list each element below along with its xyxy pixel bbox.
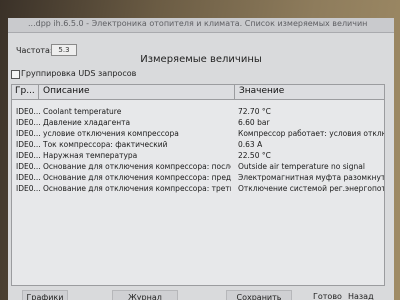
- row-value: Отключение системой рег.энергопотреблен: [238, 184, 384, 193]
- row-value: 22.50 °C: [238, 151, 271, 160]
- table-row[interactable]: IDE0... Основание для отключения компрес…: [12, 173, 384, 184]
- column-header-value[interactable]: Значение: [239, 86, 284, 96]
- row-description: условие отключения компрессора: [43, 129, 179, 138]
- column-header-description[interactable]: Описание: [43, 86, 90, 96]
- table-row[interactable]: IDE0... Давление хладагента 6.60 bar: [12, 118, 384, 129]
- measured-values-table: Гр... Описание Значение IDE0... Coolant …: [11, 84, 385, 286]
- table-row[interactable]: IDE0... Ток компрессора: фактический 0.6…: [12, 140, 384, 151]
- row-value: Электромагнитная муфта разомкнута: [238, 173, 384, 182]
- table-row[interactable]: IDE0... Основание для отключения компрес…: [12, 184, 384, 195]
- row-description: Основание для отключения компрессора: по…: [43, 162, 231, 171]
- uds-grouping-label: Группировка UDS запросов: [21, 69, 137, 78]
- row-group-id: IDE0...: [16, 162, 41, 171]
- table-row[interactable]: IDE0... Наружная температура 22.50 °C: [12, 151, 384, 162]
- table-row[interactable]: IDE0... Основание для отключения компрес…: [12, 162, 384, 173]
- table-row[interactable]: IDE0... условие отключения компрессора К…: [12, 129, 384, 140]
- table-row[interactable]: IDE0... Coolant temperature 72.70 °C: [12, 107, 384, 118]
- row-group-id: IDE0...: [16, 107, 41, 116]
- log-button[interactable]: Журнал: [112, 290, 178, 300]
- row-description: Давление хладагента: [43, 118, 131, 127]
- row-description: Основание для отключения компрессора: тр…: [43, 184, 231, 193]
- back-button[interactable]: Назад: [348, 290, 374, 300]
- row-value: Компрессор работает: условия отключени: [238, 129, 384, 138]
- column-divider[interactable]: [234, 85, 235, 99]
- save-button[interactable]: Сохранить: [226, 290, 292, 300]
- window-title: ...dpp ih.6.5.0 - Электроника отопителя …: [28, 19, 368, 28]
- title-bar: ...dpp ih.6.5.0 - Электроника отопителя …: [8, 18, 394, 33]
- row-value: 0.63 A: [238, 140, 263, 149]
- column-header-group[interactable]: Гр...: [15, 86, 35, 96]
- row-group-id: IDE0...: [16, 184, 41, 193]
- row-group-id: IDE0...: [16, 118, 41, 127]
- row-group-id: IDE0...: [16, 140, 41, 149]
- row-value: Outside air temperature no signal: [238, 162, 365, 171]
- done-button[interactable]: Готово: [313, 290, 342, 300]
- row-group-id: IDE0...: [16, 173, 41, 182]
- charts-button[interactable]: Графики: [22, 290, 68, 300]
- row-description: Ток компрессора: фактический: [43, 140, 168, 149]
- table-header: Гр... Описание Значение: [12, 85, 384, 100]
- row-description: Основание для отключения компрессора: пр…: [43, 173, 231, 182]
- row-group-id: IDE0...: [16, 129, 41, 138]
- row-value: 6.60 bar: [238, 118, 270, 127]
- page-title: Измеряемые величины: [140, 54, 262, 65]
- uds-grouping-checkbox[interactable]: [11, 70, 20, 79]
- row-value: 72.70 °C: [238, 107, 271, 116]
- row-group-id: IDE0...: [16, 151, 41, 160]
- app-window: ...dpp ih.6.5.0 - Электроника отопителя …: [8, 18, 394, 300]
- row-description: Наружная температура: [43, 151, 138, 160]
- column-divider[interactable]: [38, 85, 39, 99]
- row-description: Coolant temperature: [43, 107, 122, 116]
